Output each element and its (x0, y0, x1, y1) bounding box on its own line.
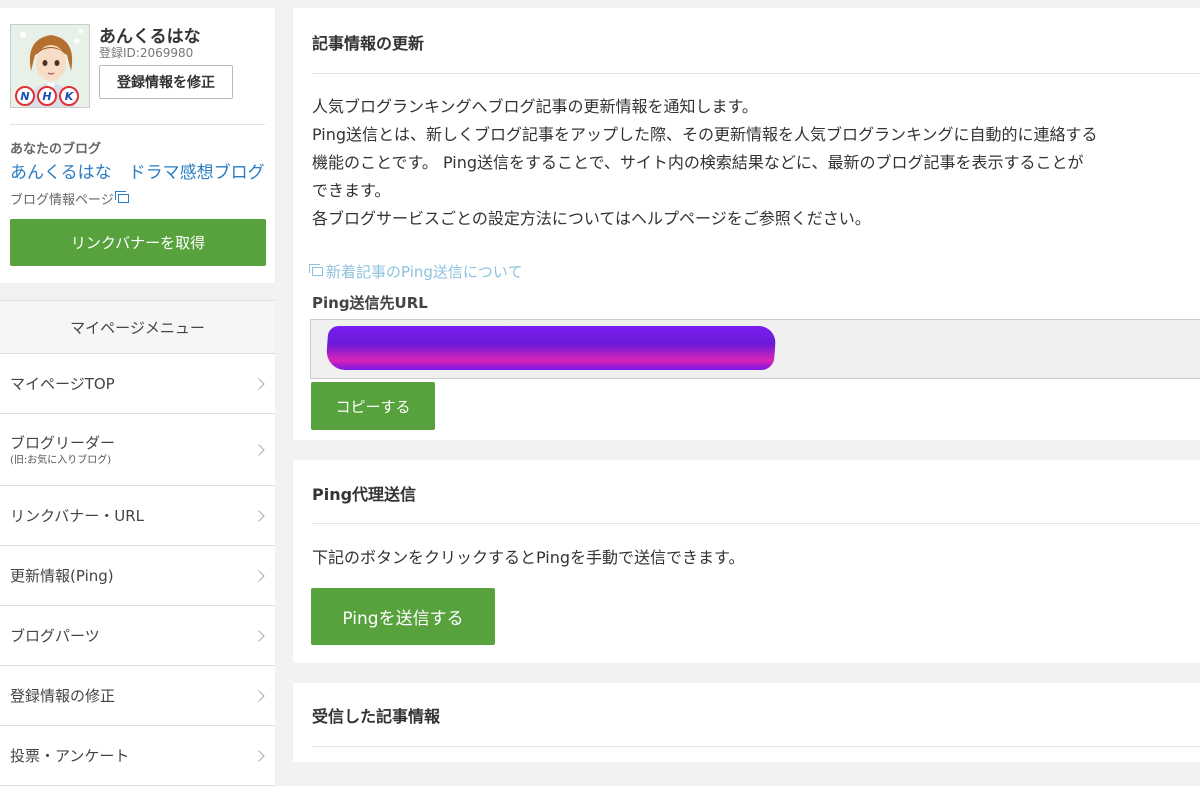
menu-item-edit-registration[interactable]: 登録情報の修正 (0, 666, 275, 726)
panel-title: 記事情報の更新 (312, 34, 425, 53)
menu-header: マイページメニュー (0, 301, 275, 354)
panel-title: Ping代理送信 (312, 485, 417, 504)
description-line: できます。 (312, 181, 391, 200)
edit-profile-button[interactable]: 登録情報を修正 (99, 65, 233, 99)
ping-description: 人気ブログランキングへブログ記事の更新情報を通知します。 Ping送信とは、新し… (312, 93, 1098, 233)
avatar-logo: N H K (15, 86, 79, 106)
menu-item-update-ping[interactable]: 更新情報(Ping) (0, 546, 275, 606)
redaction-scribble (325, 326, 777, 370)
menu-item-label: リンクバナー・URL (10, 507, 145, 525)
blog-info-label: ブログ情報ページ (10, 193, 114, 208)
menu-item-label: ブログパーツ (10, 627, 100, 645)
ping-url-field[interactable] (310, 319, 1200, 379)
avatar-logo-letter: H (37, 86, 57, 106)
avatar-logo-letter: N (15, 86, 35, 106)
blog-name-link[interactable]: あんくるはな ドラマ感想ブログ (10, 158, 265, 183)
menu-item-mypage-top[interactable]: マイページTOP (0, 354, 275, 414)
menu-item-blog-parts[interactable]: ブログパーツ (0, 606, 275, 666)
external-window-icon (309, 264, 323, 276)
your-blog-label: あなたのブログ (10, 142, 102, 157)
menu-item-link-banner[interactable]: リンクバナー・URL (0, 486, 275, 546)
menu-item-blog-reader[interactable]: ブログリーダー (旧:お気に入りブログ) (0, 414, 275, 486)
ping-url-label: Ping送信先URL (312, 294, 428, 312)
menu-item-label: ブログリーダー (10, 434, 116, 452)
divider (312, 523, 1200, 524)
description-line: Ping送信とは、新しくブログ記事をアップした際、その更新情報を人気ブログランキ… (312, 125, 1098, 144)
blog-info-link[interactable]: ブログ情報ページ (10, 189, 129, 208)
proxy-ping-panel: Ping代理送信 下記のボタンをクリックするとPingを手動で送信できます。 P… (293, 460, 1200, 663)
menu-item-label: 登録情報の修正 (10, 687, 116, 705)
divider (312, 746, 1200, 747)
update-info-panel: 記事情報の更新 人気ブログランキングへブログ記事の更新情報を通知します。 Pin… (293, 8, 1200, 440)
external-window-icon (114, 191, 129, 203)
copy-button[interactable]: コピーする (311, 382, 435, 430)
mypage-menu: マイページメニュー マイページTOP ブログリーダー (旧:お気に入りブログ) … (0, 300, 275, 786)
divider (312, 73, 1200, 74)
received-articles-panel: 受信した記事情報 (293, 683, 1200, 762)
menu-item-label: 更新情報(Ping) (10, 567, 114, 585)
panel-title: 受信した記事情報 (312, 707, 441, 726)
ping-help-link-label: 新着記事のPing送信について (326, 263, 523, 281)
user-id: 登録ID:2069980 (99, 46, 194, 60)
menu-item-label: マイページTOP (10, 375, 115, 393)
description-line: 人気ブログランキングへブログ記事の更新情報を通知します。 (312, 97, 758, 116)
proxy-ping-description: 下記のボタンをクリックするとPingを手動で送信できます。 (312, 548, 745, 567)
menu-item-label: 投票・アンケート (10, 747, 130, 765)
send-ping-button[interactable]: Pingを送信する (311, 588, 495, 645)
get-link-banner-button[interactable]: リンクバナーを取得 (10, 219, 266, 266)
ping-help-link[interactable]: 新着記事のPing送信について (309, 261, 523, 282)
description-line: 機能のことです。 Ping送信をすることで、サイト内の検索結果などに、最新のブロ… (312, 153, 1084, 172)
avatar-logo-letter: K (59, 86, 79, 106)
profile-card: N H K あんくるはな 登録ID:2069980 登録情報を修正 あなたのブロ… (0, 8, 275, 283)
avatar[interactable]: N H K (10, 24, 90, 108)
divider (10, 124, 265, 125)
menu-item-sublabel: (旧:お気に入りブログ) (10, 455, 112, 466)
menu-item-vote-survey[interactable]: 投票・アンケート (0, 726, 275, 786)
description-line: 各ブログサービスごとの設定方法についてはヘルプページをご参照ください。 (312, 209, 871, 228)
